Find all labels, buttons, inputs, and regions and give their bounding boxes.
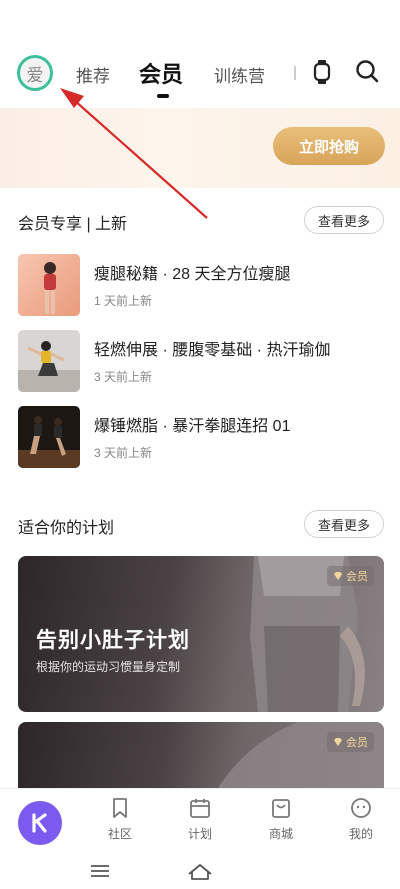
watch-icon[interactable] <box>310 58 334 86</box>
nav-profile[interactable]: 我的 <box>336 797 386 842</box>
shop-icon <box>272 799 290 818</box>
tab-recommend[interactable]: 推荐 <box>76 62 110 87</box>
plan-section-title: 适合你的计划 <box>18 520 115 537</box>
plan-more-button[interactable]: 查看更多 <box>304 510 384 538</box>
course-item[interactable]: 轻燃伸展 · 腰腹零基础 · 热汗瑜伽 3 天前上新 <box>18 330 384 394</box>
nav-shop[interactable]: 商城 <box>256 797 306 842</box>
nav-label: 商城 <box>268 827 293 841</box>
course-updated: 3 天前上新 <box>94 370 153 384</box>
plan-subtitle: 根据你的运动习惯量身定制 <box>36 660 181 674</box>
diamond-icon <box>334 738 342 746</box>
nav-label: 我的 <box>348 827 373 841</box>
nav-plan[interactable]: 计划 <box>175 797 225 842</box>
bookmark-icon <box>113 798 127 818</box>
active-tab-indicator <box>157 94 169 98</box>
buy-now-button[interactable]: 立即抢购 <box>273 127 385 165</box>
vip-badge-label: 会员 <box>346 737 368 749</box>
course-title: 爆锤燃脂 · 暴汗拳腿连招 01 <box>94 418 291 435</box>
nav-community[interactable]: 社区 <box>95 797 145 842</box>
calendar-icon <box>190 799 210 818</box>
course-thumbnail <box>18 254 80 316</box>
nav-label: 计划 <box>187 827 212 841</box>
search-icon[interactable] <box>354 58 380 84</box>
member-more-button[interactable]: 查看更多 <box>304 206 384 234</box>
course-updated: 3 天前上新 <box>94 446 153 460</box>
plan-card[interactable]: 会员 告别小肚子计划 根据你的运动习惯量身定制 <box>18 556 384 712</box>
top-header: 爱 推荐 会员 训练营 <box>0 0 400 100</box>
tab-training-camp[interactable]: 训练营 <box>214 62 265 87</box>
tab-member[interactable]: 会员 <box>139 57 183 89</box>
course-title: 轻燃伸展 · 腰腹零基础 · 热汗瑜伽 <box>94 342 331 359</box>
member-section-title: 会员专享 | 上新 <box>18 216 128 233</box>
keep-logo-icon <box>32 813 47 833</box>
vip-badge: 会员 <box>327 732 374 752</box>
course-item[interactable]: 爆锤燃脂 · 暴汗拳腿连招 01 3 天前上新 <box>18 406 384 470</box>
plan-title: 告别小肚子计划 <box>36 629 190 652</box>
vip-badge-label: 会员 <box>346 571 368 583</box>
bottom-navigation: 社区 计划 商城 我的 <box>0 788 400 848</box>
course-updated: 1 天前上新 <box>94 294 153 308</box>
menu-icon[interactable] <box>91 865 109 877</box>
course-thumbnail <box>18 406 80 468</box>
tab-overflow-hint <box>294 66 296 80</box>
home-icon[interactable] <box>188 864 212 880</box>
course-item[interactable]: 瘦腿秘籍 · 28 天全方位瘦腿 1 天前上新 <box>18 254 384 318</box>
avatar[interactable]: 爱 <box>17 55 53 91</box>
course-thumbnail <box>18 330 80 392</box>
diamond-icon <box>334 572 342 580</box>
course-title: 瘦腿秘籍 · 28 天全方位瘦腿 <box>94 266 291 283</box>
home-k-button[interactable] <box>18 801 62 845</box>
plan-card[interactable]: 会员 <box>18 722 384 788</box>
nav-label: 社区 <box>107 827 132 841</box>
vip-badge: 会员 <box>327 566 374 586</box>
profile-icon <box>351 798 371 818</box>
system-navigation-bar <box>0 852 400 889</box>
